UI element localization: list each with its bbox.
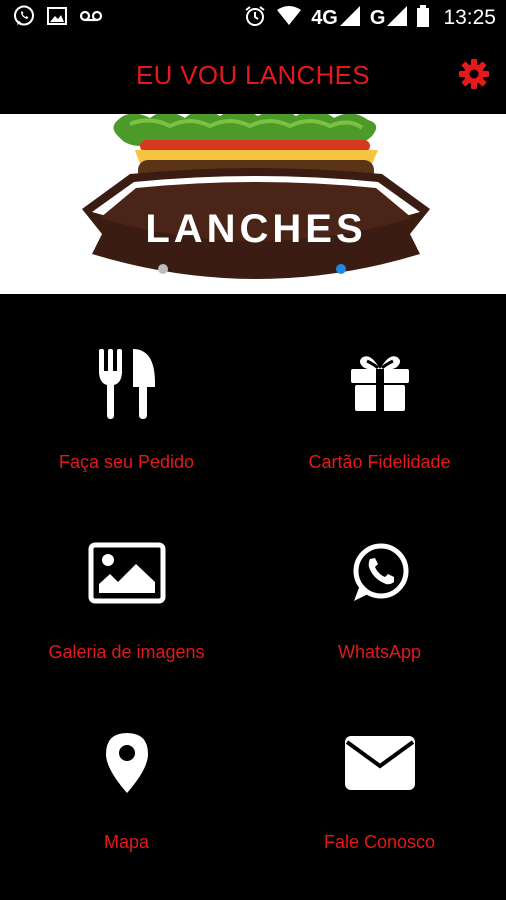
app-bar: EU VOU LANCHES — [0, 36, 506, 114]
alarm-icon — [243, 4, 267, 33]
menu-item-label: Galeria de imagens — [48, 642, 205, 662]
status-bar: 4G G 13:25 — [0, 0, 506, 36]
carousel-dot[interactable] — [158, 264, 168, 274]
menu-item-label: WhatsApp — [337, 642, 422, 662]
main-menu-grid: Faça seu Pedido Cartão Fidelidade Galeri… — [0, 294, 506, 900]
menu-item-fale-conosco[interactable]: Fale Conosco — [253, 674, 506, 864]
burger-logo-image: LANCHES — [82, 114, 430, 279]
menu-item-label: Mapa — [103, 832, 150, 852]
menu-item-galeria-de-imagens[interactable]: Galeria de imagens — [0, 484, 253, 674]
menu-item-label: Faça seu Pedido — [58, 452, 195, 472]
menu-item-whatsapp[interactable]: WhatsApp — [253, 484, 506, 674]
gear-icon — [458, 58, 490, 95]
svg-text:LANCHES: LANCHES — [145, 207, 366, 251]
envelope-icon — [343, 734, 417, 797]
battery-icon — [417, 4, 430, 32]
wifi-icon — [277, 5, 302, 31]
gift-icon — [349, 353, 411, 418]
image-icon — [88, 542, 166, 609]
carousel-dot-active[interactable] — [336, 264, 346, 274]
banner-carousel[interactable]: LANCHES — [0, 114, 506, 294]
whatsapp-icon — [348, 541, 412, 610]
settings-button[interactable] — [456, 58, 492, 94]
map-marker-icon — [104, 731, 150, 800]
app-title: EU VOU LANCHES — [136, 60, 370, 90]
image-notification-icon — [46, 5, 68, 32]
menu-item-cartao-fidelidade[interactable]: Cartão Fidelidade — [253, 294, 506, 484]
signal-icon — [339, 5, 360, 31]
network-g-label: G — [369, 6, 386, 29]
whatsapp-notification-icon — [12, 4, 36, 33]
network-4g-label: 4G — [311, 6, 338, 29]
status-time: 13:25 — [443, 6, 496, 29]
menu-item-faca-seu-pedido[interactable]: Faça seu Pedido — [0, 294, 253, 484]
menu-item-label: Fale Conosco — [323, 832, 436, 852]
signal-icon — [387, 5, 408, 31]
voicemail-icon — [78, 5, 104, 32]
menu-item-mapa[interactable]: Mapa — [0, 674, 253, 864]
menu-item-label: Cartão Fidelidade — [308, 452, 451, 472]
utensils-icon — [97, 347, 157, 424]
